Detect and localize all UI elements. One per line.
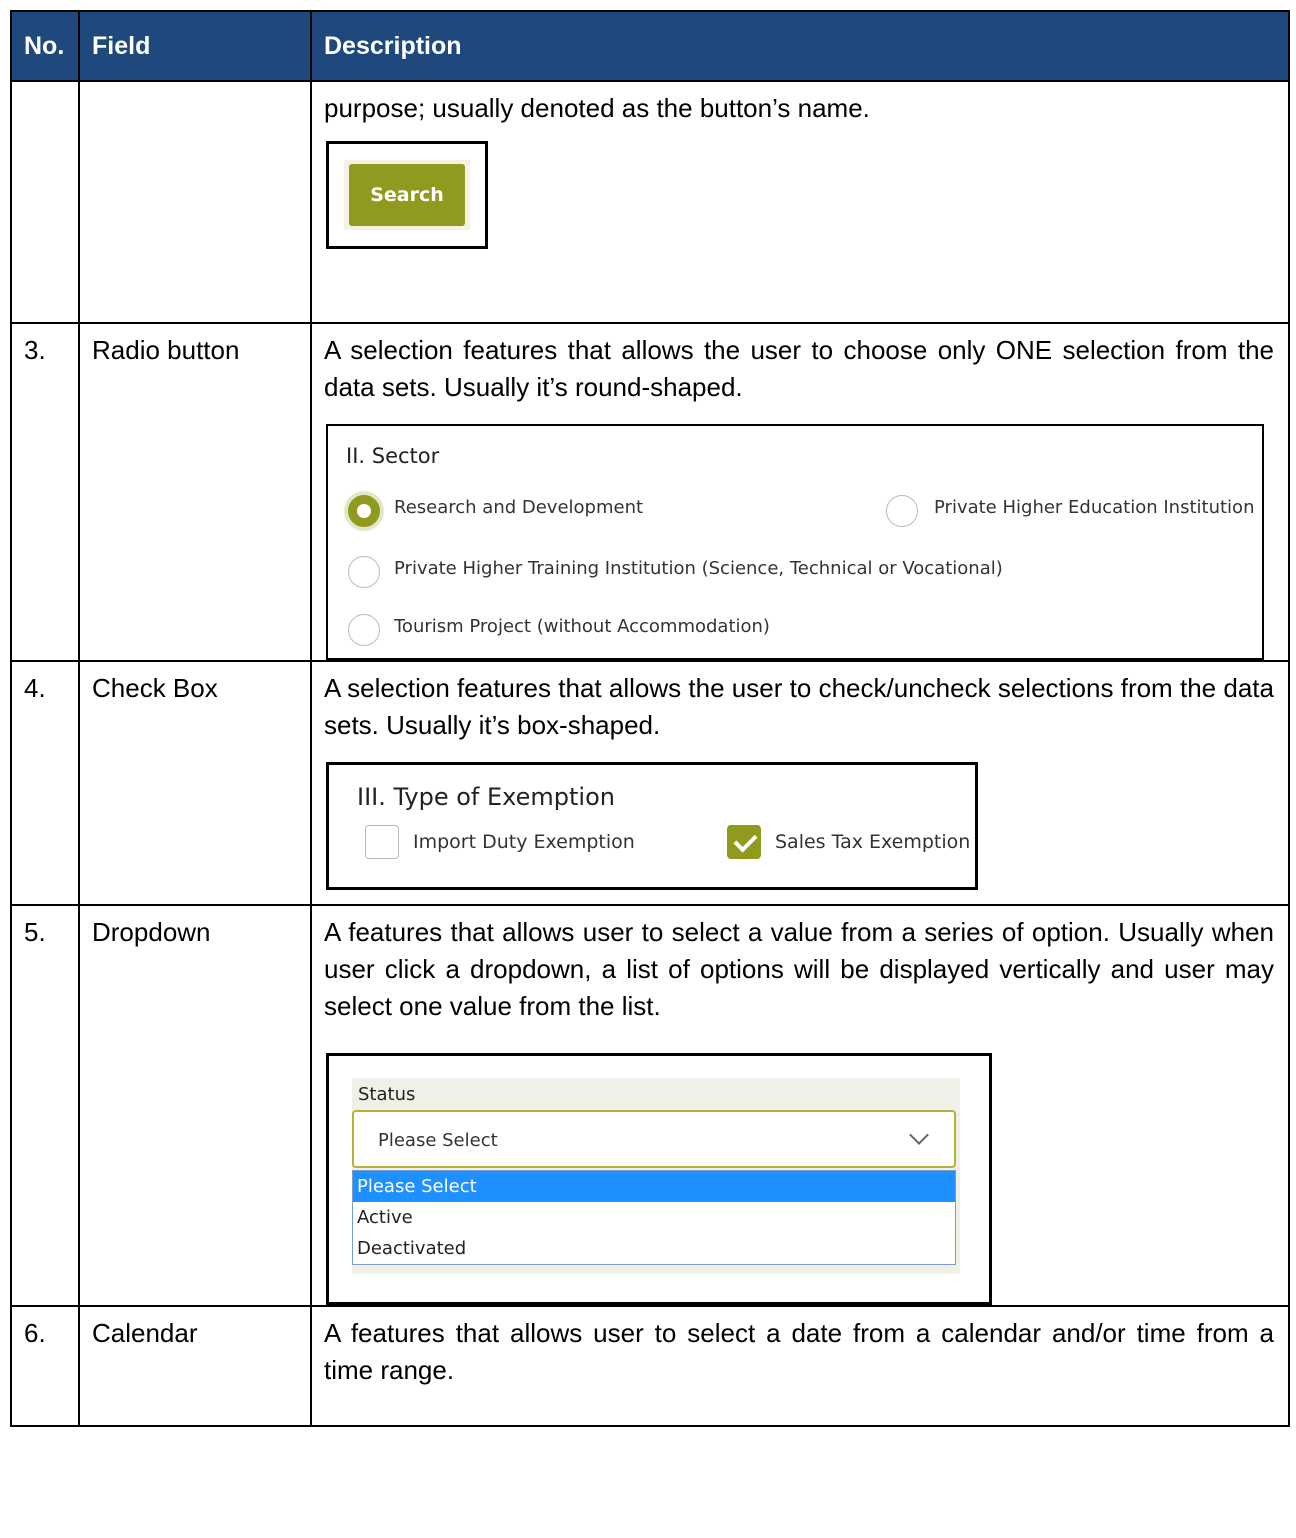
table-header-row: No. Field Description [10,10,1290,82]
table-row: 6. Calendar A features that allows user … [10,1305,1290,1427]
row-field [78,80,312,324]
dropdown-example: Status Please Select Please Select Activ… [326,1053,992,1305]
radio-private-higher-training[interactable] [348,556,380,588]
header-field: Field [78,10,312,82]
row-field: Dropdown [78,904,312,1307]
row-field: Radio button [78,322,312,662]
description-text: purpose; usually denoted as the button’s… [324,93,870,123]
checkbox-label: Sales Tax Exemption [775,831,971,853]
row-description: A selection features that allows the use… [310,322,1290,662]
row-field: Check Box [78,660,312,906]
table-row: 5. Dropdown A features that allows user … [10,904,1290,1307]
radio-tourism-project[interactable] [348,614,380,646]
search-button[interactable]: Search [349,164,465,226]
table-row: purpose; usually denoted as the button’s… [10,80,1290,324]
field-description-table: No. Field Description purpose; usually d… [10,10,1290,1427]
row-field: Calendar [78,1305,312,1427]
search-button-example: Search [326,141,488,249]
radio-private-higher-education[interactable] [886,495,918,527]
status-label: Status [358,1084,416,1105]
checkbox-sales-tax[interactable] [727,825,761,859]
option-please-select[interactable]: Please Select [353,1171,955,1202]
table-row: 3. Radio button A selection features tha… [10,322,1290,662]
row-no: 5. [10,904,80,1307]
checkbox-example: III. Type of Exemption Import Duty Exemp… [326,762,978,890]
header-description: Description [310,10,1290,82]
radio-label: Private Higher Education Institution [934,497,1255,518]
sector-title: II. Sector [346,444,440,468]
radio-label: Private Higher Training Institution (Sci… [394,558,1003,579]
row-no [10,80,80,324]
radio-label: Research and Development [394,497,644,518]
description-text: A features that allows user to select a … [324,1318,1274,1385]
radio-label: Tourism Project (without Accommodation) [394,616,770,637]
chevron-down-icon [909,1125,929,1145]
option-deactivated[interactable]: Deactivated [353,1233,955,1264]
status-select[interactable]: Please Select [352,1110,956,1168]
row-description: A features that allows user to select a … [310,1305,1290,1427]
row-no: 3. [10,322,80,662]
description-text: A selection features that allows the use… [324,673,1274,740]
exemption-title: III. Type of Exemption [357,783,615,811]
row-no: 4. [10,660,80,906]
radio-research-development[interactable] [348,495,380,527]
table-row: 4. Check Box A selection features that a… [10,660,1290,906]
header-no: No. [10,10,80,82]
option-active[interactable]: Active [353,1202,955,1233]
row-description: A selection features that allows the use… [310,660,1290,906]
checkbox-label: Import Duty Exemption [413,831,635,853]
radio-example: II. Sector Research and Development Priv… [326,424,1264,660]
checkbox-import-duty[interactable] [365,825,399,859]
row-no: 6. [10,1305,80,1427]
description-text: A features that allows user to select a … [324,917,1274,1021]
dropdown-options-list: Please Select Active Deactivated [352,1170,956,1265]
row-description: A features that allows user to select a … [310,904,1290,1307]
row-description: purpose; usually denoted as the button’s… [310,80,1290,324]
description-text: A selection features that allows the use… [324,335,1274,402]
selected-value: Please Select [378,1130,498,1151]
